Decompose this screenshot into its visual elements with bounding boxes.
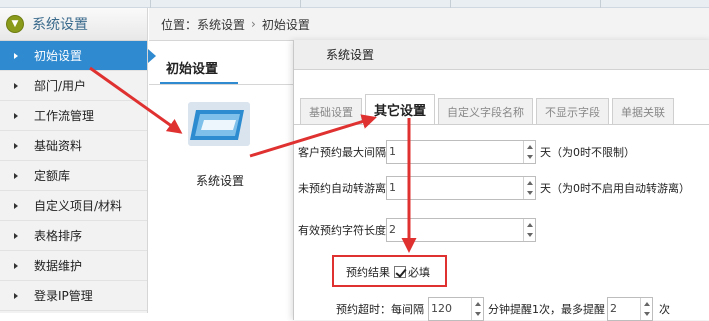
spinner-icon[interactable]	[523, 141, 535, 163]
max-interval-stepper[interactable]: 1	[386, 140, 536, 164]
system-settings-label[interactable]: 系统设置	[196, 172, 244, 189]
sidebar-item-label: 初始设置	[34, 49, 83, 63]
divider	[149, 84, 294, 85]
sidebar-title: 系统设置	[32, 17, 88, 33]
spinner-icon[interactable]	[640, 298, 652, 320]
timeout-interval-stepper[interactable]: 120	[428, 297, 484, 321]
tab-basic-settings[interactable]: 基础设置	[300, 98, 362, 124]
bullet-icon	[14, 263, 18, 269]
chevron-down-icon[interactable]: ▼	[6, 15, 24, 33]
tab-other-settings[interactable]: 其它设置	[365, 94, 436, 124]
auto-transfer-value: 1	[389, 181, 396, 194]
spinner-icon[interactable]	[523, 177, 535, 199]
bullet-icon	[14, 53, 18, 59]
required-checkbox[interactable]	[394, 266, 406, 278]
sidebar-item-basic-data[interactable]: 基础资料	[0, 131, 147, 161]
timeout-label: 预约超时：每间隔	[336, 303, 424, 316]
sidebar-item-workflow[interactable]: 工作流管理	[0, 101, 147, 131]
sidebar-item-label: 定额库	[34, 169, 71, 183]
spinner-icon[interactable]	[523, 219, 535, 241]
panel-title-underline	[160, 82, 238, 84]
auto-transfer-unit: 天（为0时不启用自动转游离）	[540, 182, 690, 195]
sidebar-item-ip-management[interactable]: 登录IP管理	[0, 281, 147, 311]
spinner-icon[interactable]	[471, 298, 483, 320]
timeout-count-value: 2	[610, 302, 617, 315]
max-interval-row: 客户预约最大间隔 1 天（为0时不限制）	[298, 140, 635, 164]
sidebar-item-label: 登录IP管理	[34, 289, 93, 303]
sidebar-item-label: 部门/用户	[34, 79, 87, 93]
timeout-interval-value: 120	[431, 302, 452, 315]
char-length-value: 2	[389, 223, 396, 236]
bullet-icon	[14, 293, 18, 299]
bullet-icon	[14, 233, 18, 239]
sidebar: ▼ 系统设置 初始设置 部门/用户 工作流管理 基础资料 定额库 自定义项目/材…	[0, 8, 156, 313]
top-strip	[0, 0, 709, 8]
bullet-icon	[14, 113, 18, 119]
sidebar-item-initial-settings[interactable]: 初始设置	[0, 41, 156, 71]
timeout-row: 预约超时：每间隔 120 分钟提醒1次，最多提醒 2 次	[336, 297, 670, 321]
tab-hidden-fields[interactable]: 不显示字段	[536, 98, 610, 124]
dialog-title: 系统设置	[294, 40, 709, 70]
bullet-icon	[14, 83, 18, 89]
sidebar-item-table-sort[interactable]: 表格排序	[0, 221, 147, 251]
bullet-icon	[14, 203, 18, 209]
result-required-row: 预约结果 必填	[346, 264, 430, 280]
required-checkbox-label[interactable]: 必填	[408, 264, 430, 280]
max-interval-value: 1	[389, 145, 396, 158]
panel-title: 初始设置	[166, 62, 219, 77]
result-required-label: 预约结果	[346, 266, 390, 279]
timeout-mid-text: 分钟提醒1次，最多提醒	[488, 303, 605, 316]
timeout-suffix: 次	[659, 303, 670, 316]
char-length-stepper[interactable]: 2	[386, 218, 536, 242]
breadcrumb: 位置： 系统设置 › 初始设置	[149, 8, 709, 41]
sidebar-item-label: 基础资料	[34, 139, 83, 153]
sidebar-item-quota-library[interactable]: 定额库	[0, 161, 147, 191]
char-length-row: 有效预约字符长度 2	[298, 218, 536, 242]
auto-transfer-row: 未预约自动转游离 1 天（为0时不启用自动转游离）	[298, 176, 690, 200]
max-interval-label: 客户预约最大间隔	[298, 146, 386, 159]
sidebar-item-label: 工作流管理	[34, 109, 95, 123]
sidebar-item-label: 数据维护	[34, 259, 83, 273]
auto-transfer-stepper[interactable]: 1	[386, 176, 536, 200]
breadcrumb-separator: ›	[251, 17, 256, 31]
max-interval-unit: 天（为0时不限制）	[540, 146, 635, 159]
bullet-icon	[14, 173, 18, 179]
breadcrumb-item[interactable]: 系统设置	[197, 16, 245, 33]
tab-document-links[interactable]: 单据关联	[612, 98, 675, 124]
sidebar-item-custom-items[interactable]: 自定义项目/材料	[0, 191, 147, 221]
sidebar-header[interactable]: ▼ 系统设置	[0, 8, 147, 41]
char-length-label: 有效预约字符长度	[298, 224, 386, 237]
system-settings-icon[interactable]	[186, 96, 252, 154]
breadcrumb-prefix: 位置：	[161, 17, 198, 32]
tab-divider	[294, 124, 709, 125]
timeout-count-stepper[interactable]: 2	[607, 297, 653, 321]
sidebar-item-data-maintenance[interactable]: 数据维护	[0, 251, 147, 281]
bullet-icon	[14, 143, 18, 149]
tab-custom-field-names[interactable]: 自定义字段名称	[438, 98, 534, 124]
breadcrumb-item[interactable]: 初始设置	[262, 16, 310, 33]
sidebar-item-departments[interactable]: 部门/用户	[0, 71, 147, 101]
auto-transfer-label: 未预约自动转游离	[298, 182, 386, 195]
sidebar-item-label: 表格排序	[34, 229, 83, 243]
sidebar-item-label: 自定义项目/材料	[34, 199, 123, 213]
dialog-tabs: 基础设置 其它设置 自定义字段名称 不显示字段 单据关联	[300, 94, 677, 124]
